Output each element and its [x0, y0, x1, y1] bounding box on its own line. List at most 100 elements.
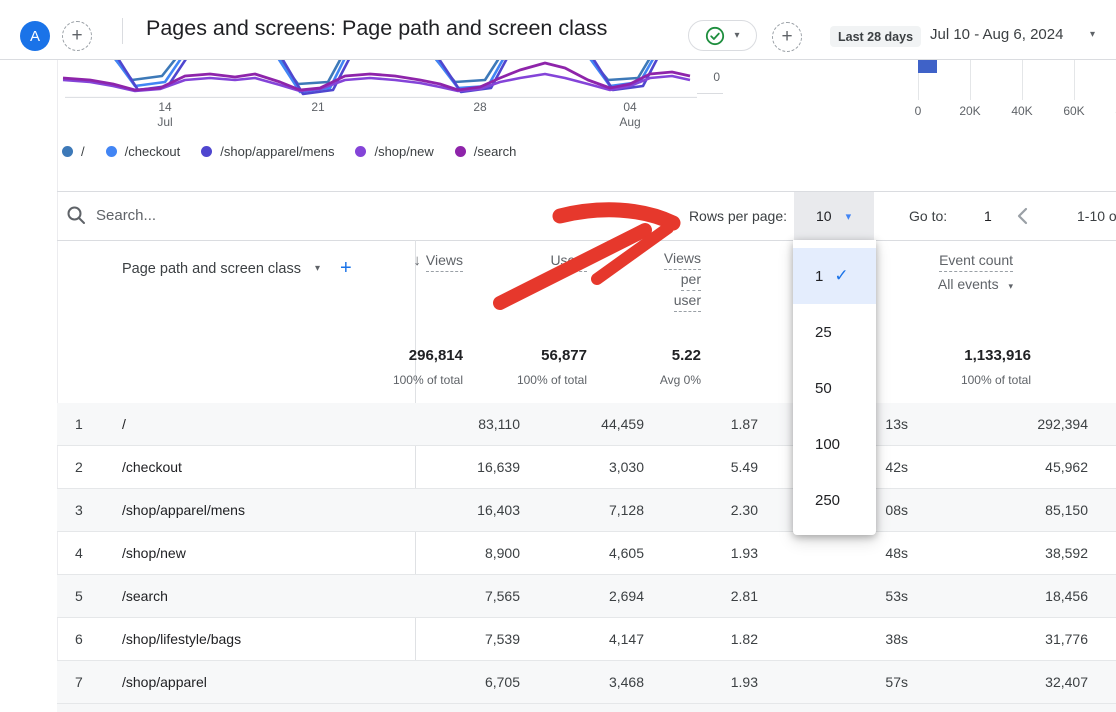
event-count-value: 85,150: [988, 489, 1088, 532]
users-value: 4,605: [544, 532, 644, 575]
x-tick-day: 14: [143, 100, 187, 114]
menu-option-50[interactable]: 50: [793, 360, 876, 416]
y-axis-zero-label: 0: [698, 70, 720, 84]
total-views-per-user-sub: Avg 0%: [601, 373, 701, 387]
legend-item[interactable]: /checkout: [106, 144, 181, 159]
column-header-views[interactable]: ↓Views: [353, 252, 463, 269]
menu-option-100[interactable]: 100: [793, 416, 876, 472]
row-index: 3: [75, 489, 83, 532]
dimension-header[interactable]: Page path and screen class ▾ +: [122, 257, 352, 280]
event-count-value: 45,962: [988, 446, 1088, 489]
legend-item[interactable]: /shop/new: [355, 144, 433, 159]
bar-segment: [918, 60, 937, 73]
ga4-pages-and-screens-report: 14 Jul 21 28 04 Aug 0 0 20K 40K 60K 80K …: [0, 0, 1116, 712]
search-icon: [66, 205, 86, 225]
goto-label: Go to:: [909, 192, 947, 240]
chevron-down-icon: ▾: [846, 210, 852, 223]
page-title: Pages and screens: Page path and screen …: [146, 16, 607, 41]
event-count-value: 18,456: [988, 575, 1088, 618]
rows-per-page-label: Rows per page:: [600, 192, 787, 240]
data-quality-badge[interactable]: ▾: [688, 20, 757, 51]
bar-x-tick: 40K: [1001, 104, 1043, 118]
legend-item[interactable]: /shop/apparel/mens: [201, 144, 334, 159]
row-index: 5: [75, 575, 83, 618]
column-header-users[interactable]: Users: [487, 252, 587, 268]
add-widget-button[interactable]: +: [772, 22, 802, 52]
menu-option-1[interactable]: 1 ✓: [793, 248, 876, 304]
users-value: 44,459: [544, 403, 644, 446]
bar-x-tick: 60K: [1053, 104, 1095, 118]
page-path: /shop/apparel: [122, 661, 207, 704]
total-users: 56,877: [487, 347, 587, 364]
bar-x-tick: 0: [897, 104, 939, 118]
table-row[interactable]: 5 /search 7,565 2,694 2.81 53s 18,456: [57, 575, 1116, 618]
row-index: 2: [75, 446, 83, 489]
bar-gridline: [1074, 60, 1075, 100]
add-dimension-button[interactable]: +: [340, 257, 352, 280]
chevron-down-icon[interactable]: ▾: [315, 264, 320, 274]
chart-legend: / /checkout /shop/apparel/mens /shop/new…: [62, 144, 516, 159]
page-path: /search: [122, 575, 168, 618]
table-row[interactable]: 6 /shop/lifestyle/bags 7,539 4,147 1.82 …: [57, 618, 1116, 661]
users-value: 3,030: [544, 446, 644, 489]
previous-page-icon[interactable]: [1016, 207, 1028, 225]
bar-x-tick: 20K: [949, 104, 991, 118]
views-per-user-value: 1.87: [658, 403, 758, 446]
table-row[interactable]: 4 /shop/new 8,900 4,605 1.93 48s 38,592: [57, 532, 1116, 575]
legend-dot-icon: [106, 146, 117, 157]
account-avatar[interactable]: A: [20, 21, 50, 51]
views-value: 6,705: [420, 661, 520, 704]
legend-label: /shop/new: [374, 144, 433, 159]
views-per-user-value: 1.93: [658, 532, 758, 575]
users-value: 3,468: [544, 661, 644, 704]
menu-option-25[interactable]: 25: [793, 304, 876, 360]
legend-label: /search: [474, 144, 517, 159]
menu-option-250[interactable]: 250: [793, 472, 876, 528]
event-count-value: 292,394: [988, 403, 1088, 446]
legend-item[interactable]: /search: [455, 144, 517, 159]
search-input[interactable]: [96, 201, 356, 229]
total-views-per-user: 5.22: [601, 347, 701, 364]
row-index: 4: [75, 532, 83, 575]
views-value: 8,900: [420, 532, 520, 575]
date-preset-badge: Last 28 days: [830, 26, 921, 47]
date-range-selector[interactable]: Jul 10 - Aug 6, 2024: [930, 26, 1063, 43]
x-tick-month: Aug: [608, 115, 652, 129]
x-tick-day: 04: [608, 100, 652, 114]
views-per-user-value: 1.82: [658, 618, 758, 661]
rows-per-page-value: 10: [816, 208, 832, 224]
rows-per-page-menu: 1 ✓ 25 50 100 250: [793, 240, 876, 535]
page-path: /shop/new: [122, 532, 186, 575]
table-row[interactable]: 7 /shop/apparel 6,705 3,468 1.93 57s 32,…: [57, 661, 1116, 704]
legend-item[interactable]: /: [62, 144, 85, 159]
engagement-value: 38s: [808, 618, 908, 661]
legend-dot-icon: [201, 146, 212, 157]
users-value: 4,147: [544, 618, 644, 661]
dimension-header-label: Page path and screen class: [122, 261, 301, 277]
add-comparison-button[interactable]: +: [62, 21, 92, 51]
table-row[interactable]: 3 /shop/apparel/mens 16,403 7,128 2.30 0…: [57, 489, 1116, 532]
total-views-sub: 100% of total: [363, 373, 463, 387]
next-row-sliver: [57, 704, 1116, 712]
views-per-user-value: 2.30: [658, 489, 758, 532]
column-header-views-per-user[interactable]: Views per user: [601, 250, 701, 313]
check-circle-icon: [705, 26, 725, 46]
divider: [57, 240, 1116, 241]
event-filter-dropdown[interactable]: All events ▾: [871, 276, 1013, 292]
rows-per-page-select[interactable]: 10 ▾: [794, 192, 874, 240]
views-value: 7,539: [420, 618, 520, 661]
users-value: 2,694: [544, 575, 644, 618]
table-row[interactable]: 1 / 83,110 44,459 1.87 13s 292,394: [57, 403, 1116, 446]
event-count-value: 38,592: [988, 532, 1088, 575]
total-views: 296,814: [363, 347, 463, 364]
row-index: 1: [75, 403, 83, 446]
legend-label: /: [81, 144, 85, 159]
legend-dot-icon: [455, 146, 466, 157]
column-header-event-count[interactable]: Event count All events ▾: [871, 252, 1013, 292]
engagement-value: 53s: [808, 575, 908, 618]
y-axis-zero-gridline: [697, 93, 723, 94]
goto-page-input[interactable]: 1: [984, 192, 992, 240]
bar-gridline: [970, 60, 971, 100]
views-per-user-value: 5.49: [658, 446, 758, 489]
table-row[interactable]: 2 /checkout 16,639 3,030 5.49 42s 45,962: [57, 446, 1116, 489]
